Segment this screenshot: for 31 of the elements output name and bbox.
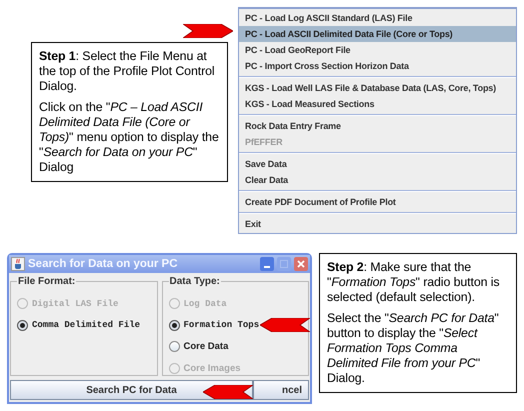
radio-circle[interactable] [168,341,180,352]
instruction-text: Click on the "PC – Load ASCII Delimited Data File (Core or Tops)" menu option to display the "Search for Data on your PC" Dialog [39,100,220,175]
menu-item[interactable]: KGS - Load Well LAS File & Database Data (LAS, Core, Tops) [239,80,516,96]
right-arrow-icon [183,24,233,38]
menu-item[interactable]: Exit [239,216,516,232]
menu-item[interactable]: KGS - Load Measured Sections [239,96,516,112]
menu-item[interactable]: Clear Data [239,172,516,188]
close-icon[interactable] [294,257,308,271]
group-label: Data Type: [168,276,221,287]
instruction-text: Step 2: Make sure that the "Formation Tops" radio button is selected (default selection). [327,260,501,305]
radio-button[interactable]: Formation Tops [168,314,260,336]
menu-item[interactable]: PC - Load ASCII Delimited Data File (Core or Tops) [239,26,516,42]
window-title: Search for Data on your PC [28,258,179,270]
radio-button[interactable]: Core Data [168,336,228,358]
radio-circle[interactable] [168,320,180,331]
coffee-cup-icon [11,257,25,271]
menu-item[interactable]: PC - Load GeoReport File [239,42,516,58]
menu-item[interactable]: Save Data [239,156,516,172]
instruction-text: Step 1: Select the File Menu at the top of the Profile Plot Control Dialog. [39,49,216,94]
radio-circle[interactable] [17,320,28,331]
instruction-text: Select the "Search PC for Data" button to display the "Select Formation Tops Comma Delimited File from your PC" Dialog. [327,311,500,386]
menu-item[interactable]: PC - Load Log ASCII Standard (LAS) File [239,10,516,26]
menu-item[interactable]: PC - Import Cross Section Horizon Data [239,58,516,74]
radio-button[interactable]: Comma Delimited File [17,314,140,336]
left-arrow-icon [260,318,310,332]
cancel-button[interactable]: ncel [253,380,309,400]
left-arrow-icon [203,385,253,399]
menu-item[interactable]: Create PDF Document of Profile Plot [239,194,516,210]
menu-item[interactable]: Rock Data Entry Frame [239,118,516,134]
group-label: File Format: [17,276,76,287]
minimize-icon[interactable] [260,257,274,271]
